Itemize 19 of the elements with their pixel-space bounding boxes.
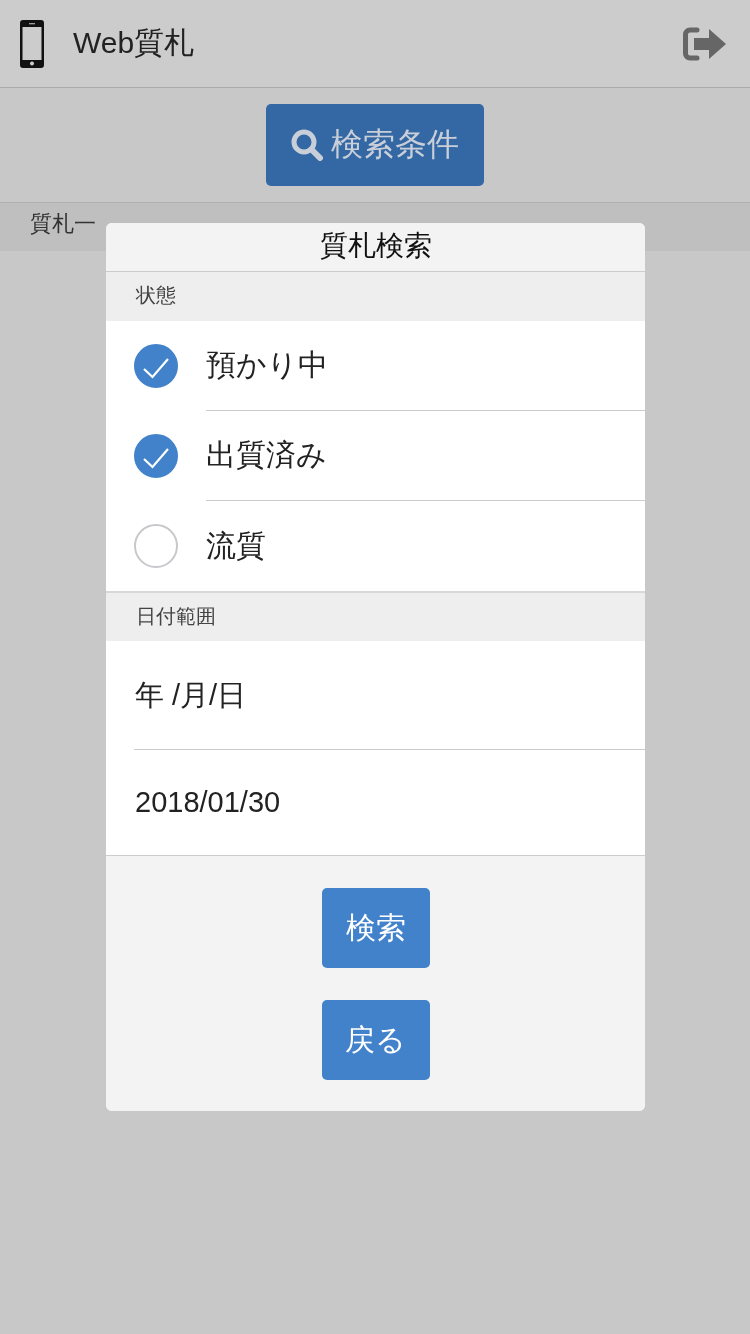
search-icon <box>291 129 323 161</box>
option-label: 流質 <box>206 527 266 564</box>
checkbox[interactable] <box>134 524 178 568</box>
action-button[interactable]: 戻る <box>321 1000 430 1080</box>
search-conditions-button[interactable]: 検索条件 <box>266 104 484 186</box>
action-button[interactable]: 検索 <box>321 888 430 968</box>
dialog-title: 質札検索 <box>106 223 645 272</box>
checkbox[interactable] <box>134 344 178 388</box>
section-heading: 状態 <box>106 272 645 321</box>
checkbox[interactable] <box>134 434 178 478</box>
section-heading: 日付範囲 <box>106 591 645 641</box>
bracket-arrow-icon[interactable] <box>683 26 726 61</box>
list-title: 質札一 <box>30 210 96 238</box>
option-label: 預かり中 <box>206 347 328 383</box>
smartphone-icon <box>20 19 44 68</box>
date-input-field[interactable]: 2018/01/30 <box>134 750 645 855</box>
date-input-field[interactable]: 年 /月/日 <box>134 641 645 749</box>
option-label: 出質済み <box>206 437 327 473</box>
app-title: Web質札 <box>73 25 196 61</box>
